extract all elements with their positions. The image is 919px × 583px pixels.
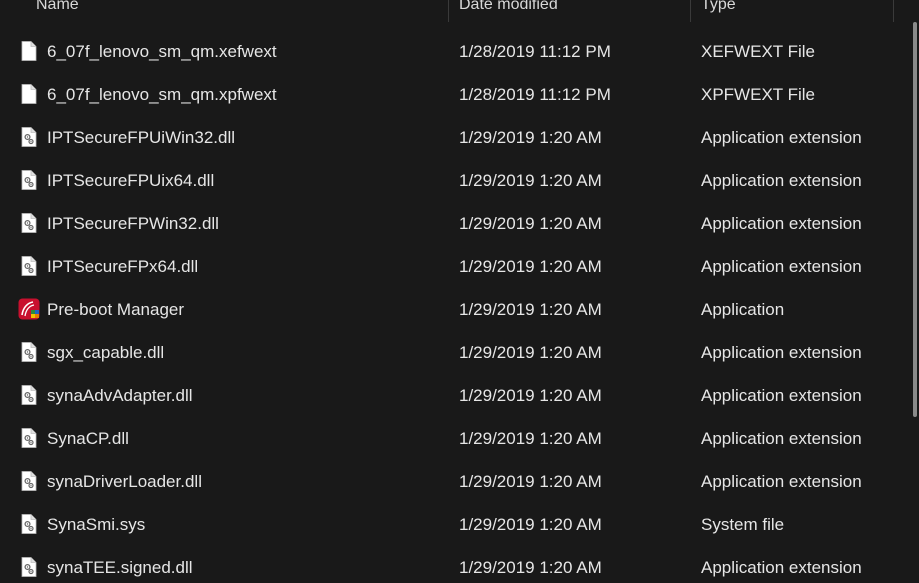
file-type: XEFWEXT File (701, 42, 815, 61)
file-date-modified: 1/29/2019 1:20 AM (459, 558, 602, 577)
sys-file-icon (18, 513, 40, 535)
file-row[interactable]: 6_07f_lenovo_sm_qm.xefwext 1/28/2019 11:1… (0, 30, 912, 73)
dll-file-icon (18, 384, 40, 406)
file-date-modified: 1/29/2019 1:20 AM (459, 386, 602, 405)
file-name[interactable]: SynaSmi.sys (47, 503, 145, 546)
file-date-modified: 1/28/2019 11:12 PM (459, 85, 611, 104)
file-date-modified: 1/29/2019 1:20 AM (459, 214, 602, 233)
file-name[interactable]: IPTSecureFPx64.dll (47, 245, 198, 288)
dll-file-icon (18, 212, 40, 234)
file-date-modified: 1/29/2019 1:20 AM (459, 472, 602, 491)
file-date-modified: 1/29/2019 1:20 AM (459, 257, 602, 276)
file-row[interactable]: SynaCP.dll 1/29/2019 1:20 AM Application e… (0, 417, 912, 460)
file-row[interactable]: sgx_capable.dll 1/29/2019 1:20 AM Applicat… (0, 331, 912, 374)
file-row[interactable]: SynaSmi.sys 1/29/2019 1:20 AM System file (0, 503, 912, 546)
dll-file-icon (18, 427, 40, 449)
file-name[interactable]: synaAdvAdapter.dll (47, 374, 193, 417)
file-list: 6_07f_lenovo_sm_qm.xefwext 1/28/2019 11:1… (0, 30, 912, 583)
column-header-name[interactable]: Name (36, 0, 79, 22)
column-divider[interactable] (690, 0, 691, 22)
dll-file-icon (18, 470, 40, 492)
file-date-modified: 1/29/2019 1:20 AM (459, 429, 602, 448)
blank-file-icon (18, 40, 40, 62)
vertical-scrollbar[interactable] (913, 22, 917, 417)
file-name[interactable]: Pre-boot Manager (47, 288, 184, 331)
file-type: Application extension (701, 214, 862, 233)
column-header-bar: Name Date modified Type (0, 0, 895, 22)
file-date-modified: 1/29/2019 1:20 AM (459, 171, 602, 190)
file-type: XPFWEXT File (701, 85, 815, 104)
file-name[interactable]: IPTSecureFPWin32.dll (47, 202, 219, 245)
file-type: Application extension (701, 343, 862, 362)
file-name[interactable]: sgx_capable.dll (47, 331, 164, 374)
file-row[interactable]: synaDriverLoader.dll 1/29/2019 1:20 AM App… (0, 460, 912, 503)
blank-file-icon (18, 83, 40, 105)
file-row[interactable]: synaAdvAdapter.dll 1/29/2019 1:20 AM Appli… (0, 374, 912, 417)
file-type: Application extension (701, 558, 862, 577)
file-date-modified: 1/29/2019 1:20 AM (459, 128, 602, 147)
column-header-date-modified[interactable]: Date modified (459, 0, 558, 22)
file-date-modified: 1/29/2019 1:20 AM (459, 300, 602, 319)
file-row[interactable]: 6_07f_lenovo_sm_qm.xpfwext 1/28/2019 11:1… (0, 73, 912, 116)
file-name[interactable]: synaDriverLoader.dll (47, 460, 202, 503)
file-type: Application extension (701, 128, 862, 147)
file-name[interactable]: 6_07f_lenovo_sm_qm.xpfwext (47, 73, 277, 116)
file-row[interactable]: IPTSecureFPWin32.dll 1/29/2019 1:20 AM App… (0, 202, 912, 245)
dll-file-icon (18, 255, 40, 277)
file-name[interactable]: SynaCP.dll (47, 417, 129, 460)
dll-file-icon (18, 556, 40, 578)
file-row[interactable]: IPTSecureFPUix64.dll 1/29/2019 1:20 AM App… (0, 159, 912, 202)
file-type: Application extension (701, 257, 862, 276)
file-type: Application extension (701, 472, 862, 491)
dll-file-icon (18, 169, 40, 191)
file-type: Application extension (701, 171, 862, 190)
column-header-type[interactable]: Type (701, 0, 736, 22)
column-divider[interactable] (448, 0, 449, 22)
file-type: System file (701, 515, 785, 534)
file-name[interactable]: IPTSecureFPUix64.dll (47, 159, 214, 202)
file-row[interactable]: IPTSecureFPx64.dll 1/29/2019 1:20 AM Appli… (0, 245, 912, 288)
file-type: Application extension (701, 429, 862, 448)
file-name[interactable]: 6_07f_lenovo_sm_qm.xefwext (47, 30, 277, 73)
dll-file-icon (18, 341, 40, 363)
file-name[interactable]: synaTEE.signed.dll (47, 546, 193, 583)
file-date-modified: 1/29/2019 1:20 AM (459, 343, 602, 362)
file-row[interactable]: synaTEE.signed.dll 1/29/2019 1:20 AM Appli… (0, 546, 912, 583)
dll-file-icon (18, 126, 40, 148)
file-date-modified: 1/28/2019 11:12 PM (459, 42, 611, 61)
column-divider[interactable] (893, 0, 894, 22)
app-icon (18, 298, 40, 320)
file-name[interactable]: IPTSecureFPUiWin32.dll (47, 116, 235, 159)
file-row[interactable]: IPTSecureFPUiWin32.dll 1/29/2019 1:20 AM A… (0, 116, 912, 159)
file-date-modified: 1/29/2019 1:20 AM (459, 515, 602, 534)
file-type: Application (701, 300, 785, 319)
file-row[interactable]: Pre-boot Manager 1/29/2019 1:20 AM Applica… (0, 288, 912, 331)
file-type: Application extension (701, 386, 862, 405)
